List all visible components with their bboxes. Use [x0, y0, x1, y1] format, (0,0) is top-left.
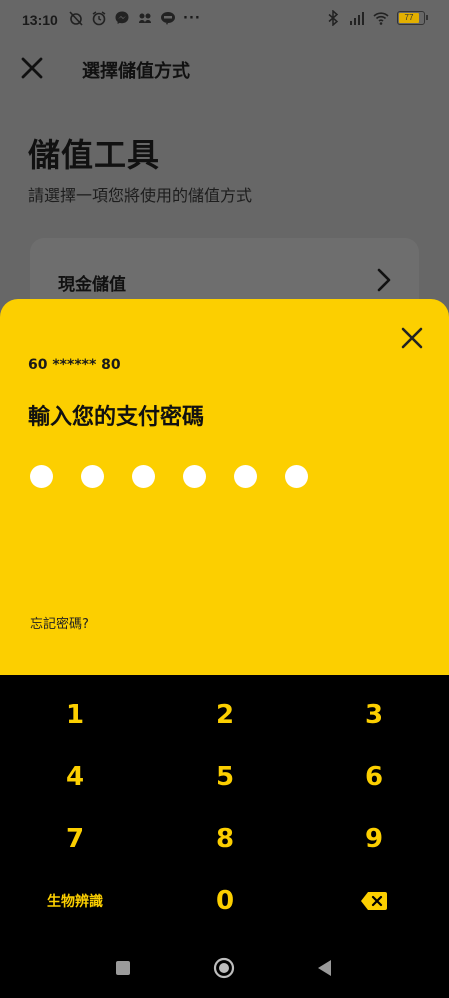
app-icon [139, 13, 151, 23]
key-6[interactable]: 6 [314, 752, 434, 802]
recents-icon[interactable] [112, 957, 134, 979]
chevron-right-icon [377, 268, 391, 292]
option-label: 現金儲值 [58, 275, 126, 295]
signal-icon [350, 12, 364, 25]
status-time: 13:10 [22, 12, 58, 28]
battery-icon: 77 [397, 11, 428, 25]
biometric-button[interactable]: 生物辨識 [15, 876, 135, 926]
alarm-off-icon [69, 11, 83, 26]
alarm-icon [92, 11, 106, 26]
key-1[interactable]: 1 [15, 690, 135, 740]
battery-level: 77 [399, 13, 419, 23]
messenger-icon [115, 11, 129, 24]
key-2[interactable]: 2 [165, 690, 285, 740]
forgot-password-link[interactable]: 忘記密碼? [30, 613, 89, 632]
system-nav-bar [0, 937, 449, 998]
status-bar: 13:10 ··· 77 [0, 0, 449, 40]
close-icon[interactable] [401, 327, 423, 349]
status-icons-left: ··· [68, 10, 201, 26]
key-4[interactable]: 4 [15, 752, 135, 802]
pin-dot [183, 465, 206, 488]
pin-dot [285, 465, 308, 488]
backspace-icon [361, 892, 387, 910]
numeric-keypad: 1 2 3 4 5 6 7 8 9 生物辨識 0 [0, 675, 449, 937]
pin-input[interactable] [30, 465, 308, 488]
key-5[interactable]: 5 [165, 752, 285, 802]
bluetooth-icon [328, 10, 339, 26]
header-title: 選擇儲值方式 [82, 61, 190, 82]
pin-sheet: 60 ****** 80 輸入您的支付密碼 忘記密碼? [0, 299, 449, 675]
page-title: 儲值工具 [28, 136, 161, 174]
wifi-icon [373, 12, 389, 25]
line-icon [161, 12, 175, 25]
close-icon[interactable] [20, 56, 44, 80]
pin-dot [30, 465, 53, 488]
back-icon[interactable] [314, 957, 336, 979]
screen: 13:10 ··· 77 選擇儲值方式 儲值工具 請選擇一項您將使用的儲值方式 … [0, 0, 449, 998]
backspace-button[interactable] [314, 876, 434, 926]
key-7[interactable]: 7 [15, 814, 135, 864]
pin-dot [132, 465, 155, 488]
status-overflow: ··· [183, 10, 201, 26]
key-8[interactable]: 8 [165, 814, 285, 864]
status-icons-right: 77 [325, 10, 428, 26]
pin-title: 輸入您的支付密碼 [28, 405, 205, 430]
account-number: 60 ****** 80 [28, 357, 121, 373]
key-3[interactable]: 3 [314, 690, 434, 740]
pin-dot [81, 465, 104, 488]
key-9[interactable]: 9 [314, 814, 434, 864]
pin-dot [234, 465, 257, 488]
key-0[interactable]: 0 [165, 876, 285, 926]
home-icon[interactable] [213, 957, 235, 979]
header: 選擇儲值方式 [0, 40, 449, 96]
page-subtitle: 請選擇一項您將使用的儲值方式 [28, 186, 253, 205]
